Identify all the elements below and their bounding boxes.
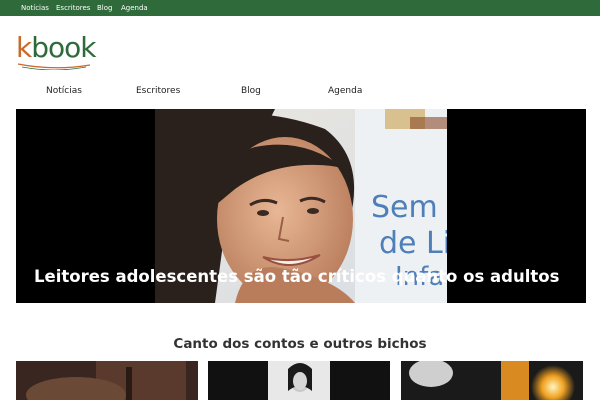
top-nav-agenda[interactable]: Agenda bbox=[121, 0, 148, 16]
main-nav-agenda[interactable]: Agenda bbox=[328, 80, 362, 102]
main-nav-noticias[interactable]: Notícias bbox=[46, 80, 82, 102]
thumbnail-image-2 bbox=[208, 361, 390, 400]
thumbnail-image-3 bbox=[401, 361, 583, 400]
thumbnail-image-1 bbox=[16, 361, 198, 400]
top-nav-noticias[interactable]: Notícias bbox=[21, 0, 49, 16]
logo-letter-k: k bbox=[16, 31, 32, 64]
logo-swoosh-icon bbox=[17, 63, 91, 70]
hero-headline[interactable]: Leitores adolescentes são tão críticos q… bbox=[34, 267, 559, 286]
backdrop-text-2: de Li bbox=[379, 226, 447, 261]
logo-letters-book: book bbox=[31, 31, 96, 64]
hero-slide[interactable]: Sem de Li Infa Leitores adolescentes são… bbox=[16, 109, 586, 303]
main-nav-escritores[interactable]: Escritores bbox=[136, 80, 180, 102]
top-nav-escritores[interactable]: Escritores bbox=[56, 0, 90, 16]
article-thumbnail-1[interactable] bbox=[16, 361, 198, 400]
site-logo[interactable]: kbook bbox=[16, 24, 96, 70]
logo-wordmark: kbook bbox=[16, 31, 96, 64]
main-nav-blog[interactable]: Blog bbox=[241, 80, 261, 102]
main-nav: Notícias Escritores Blog Agenda bbox=[0, 80, 600, 102]
article-thumbnail-3[interactable] bbox=[401, 361, 583, 400]
article-thumbnail-2[interactable] bbox=[208, 361, 390, 400]
section-title: Canto dos contos e outros bichos bbox=[173, 336, 427, 352]
top-bar: Notícias Escritores Blog Agenda bbox=[0, 0, 600, 16]
backdrop-text-1: Sem bbox=[371, 190, 438, 225]
top-nav-blog[interactable]: Blog bbox=[97, 0, 112, 16]
